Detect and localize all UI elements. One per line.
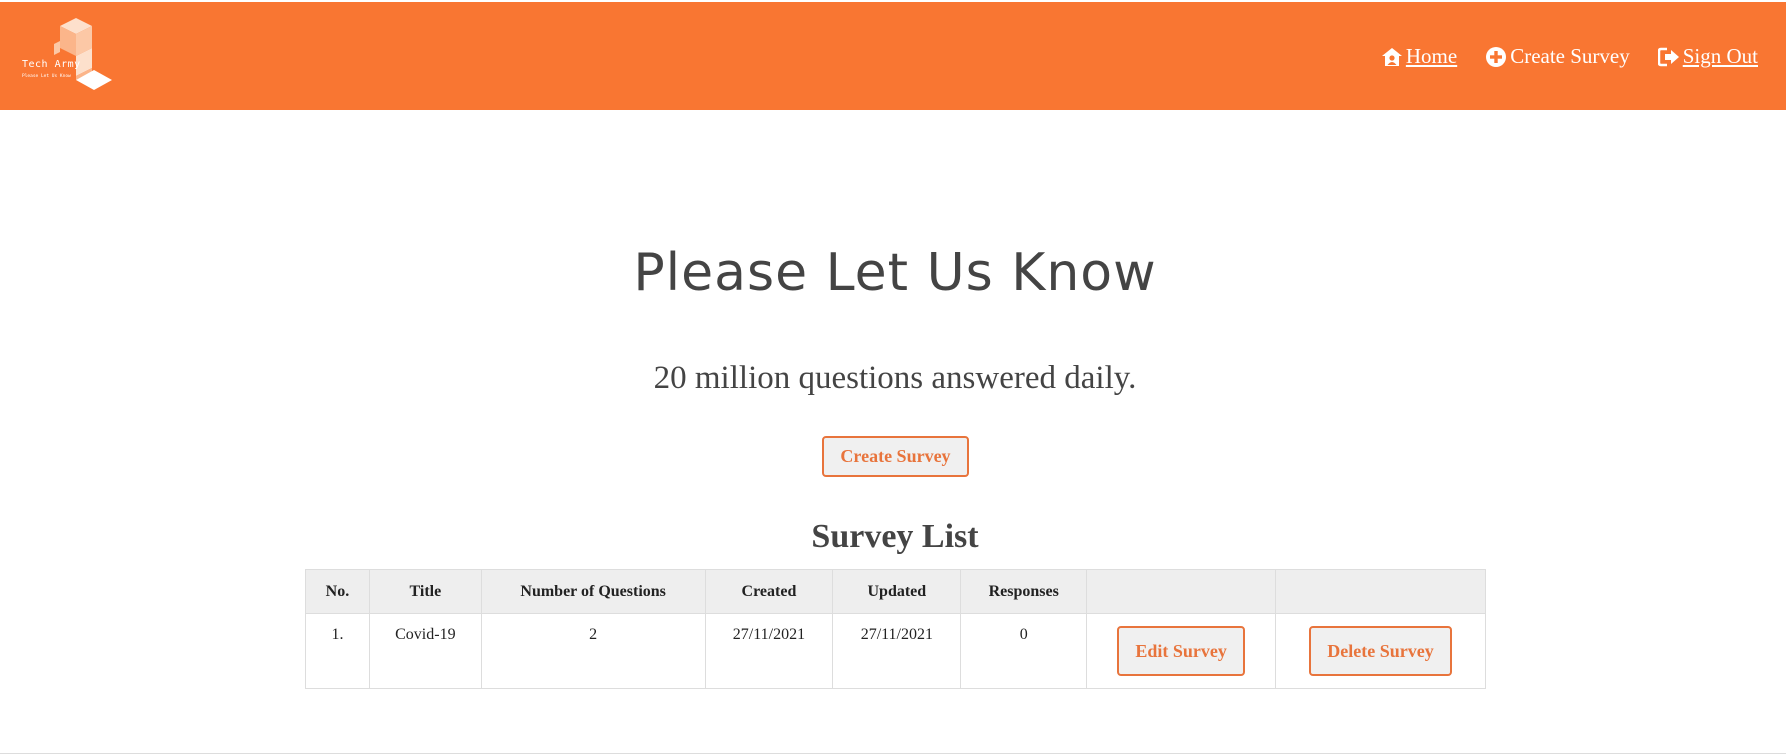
column-header-responses: Responses: [960, 569, 1088, 614]
cell-updated: 27/11/2021: [832, 613, 962, 689]
hero-subtitle: 20 million questions answered daily.: [653, 360, 1137, 396]
survey-list-title: Survey List: [811, 518, 979, 555]
table-header-row: No. Title Number of Questions Created Up…: [305, 569, 1486, 614]
cell-edit: Edit Survey: [1086, 613, 1277, 689]
nav-links: Home Create Survey Sign Out: [1381, 44, 1758, 69]
brand-tagline: Please Let Us Know: [22, 74, 71, 79]
create-survey-button[interactable]: Create Survey: [822, 436, 969, 477]
sign-out-icon: [1657, 47, 1679, 66]
column-header-title: Title: [368, 569, 482, 614]
logo-cubes-icon: [54, 18, 112, 90]
cell-responses: 0: [960, 613, 1088, 689]
column-header-questions: Number of Questions: [480, 569, 706, 614]
cell-created: 27/11/2021: [704, 613, 834, 689]
column-header-updated: Updated: [832, 569, 962, 614]
navbar: Tech Army Please Let Us Know Home Create…: [0, 2, 1786, 110]
cell-title: Covid-19: [368, 613, 482, 689]
nav-sign-out-label: Sign Out: [1682, 44, 1758, 68]
nav-sign-out-link[interactable]: Sign Out: [1657, 44, 1758, 69]
hero-title: Please Let Us Know: [633, 243, 1157, 303]
cell-questions: 2: [480, 613, 706, 689]
column-header-no: No.: [305, 569, 370, 614]
plus-circle-icon: [1486, 46, 1507, 67]
nav-create-survey-label: Create Survey: [1510, 44, 1630, 68]
footer-divider: [0, 753, 1786, 754]
delete-survey-button[interactable]: Delete Survey: [1309, 626, 1453, 676]
survey-table: No. Title Number of Questions Created Up…: [305, 569, 1486, 689]
nav-home-link[interactable]: Home: [1381, 44, 1457, 69]
column-header-created: Created: [704, 569, 834, 614]
home-icon: [1381, 47, 1402, 66]
edit-survey-button[interactable]: Edit Survey: [1117, 626, 1246, 676]
column-header-delete: [1275, 569, 1486, 614]
nav-home-label: Home: [1405, 44, 1458, 68]
column-header-edit: [1086, 569, 1277, 614]
nav-create-survey-link[interactable]: Create Survey: [1485, 44, 1630, 69]
cell-no: 1.: [305, 613, 370, 689]
brand-name: Tech Army: [22, 59, 81, 70]
table-row: 1. Covid-19 2 27/11/2021 27/11/2021 0 Ed…: [305, 613, 1486, 689]
cell-delete: Delete Survey: [1275, 613, 1486, 689]
page: Tech Army Please Let Us Know Home Create…: [0, 0, 1786, 755]
brand-logo[interactable]: Tech Army Please Let Us Know: [18, 16, 130, 96]
